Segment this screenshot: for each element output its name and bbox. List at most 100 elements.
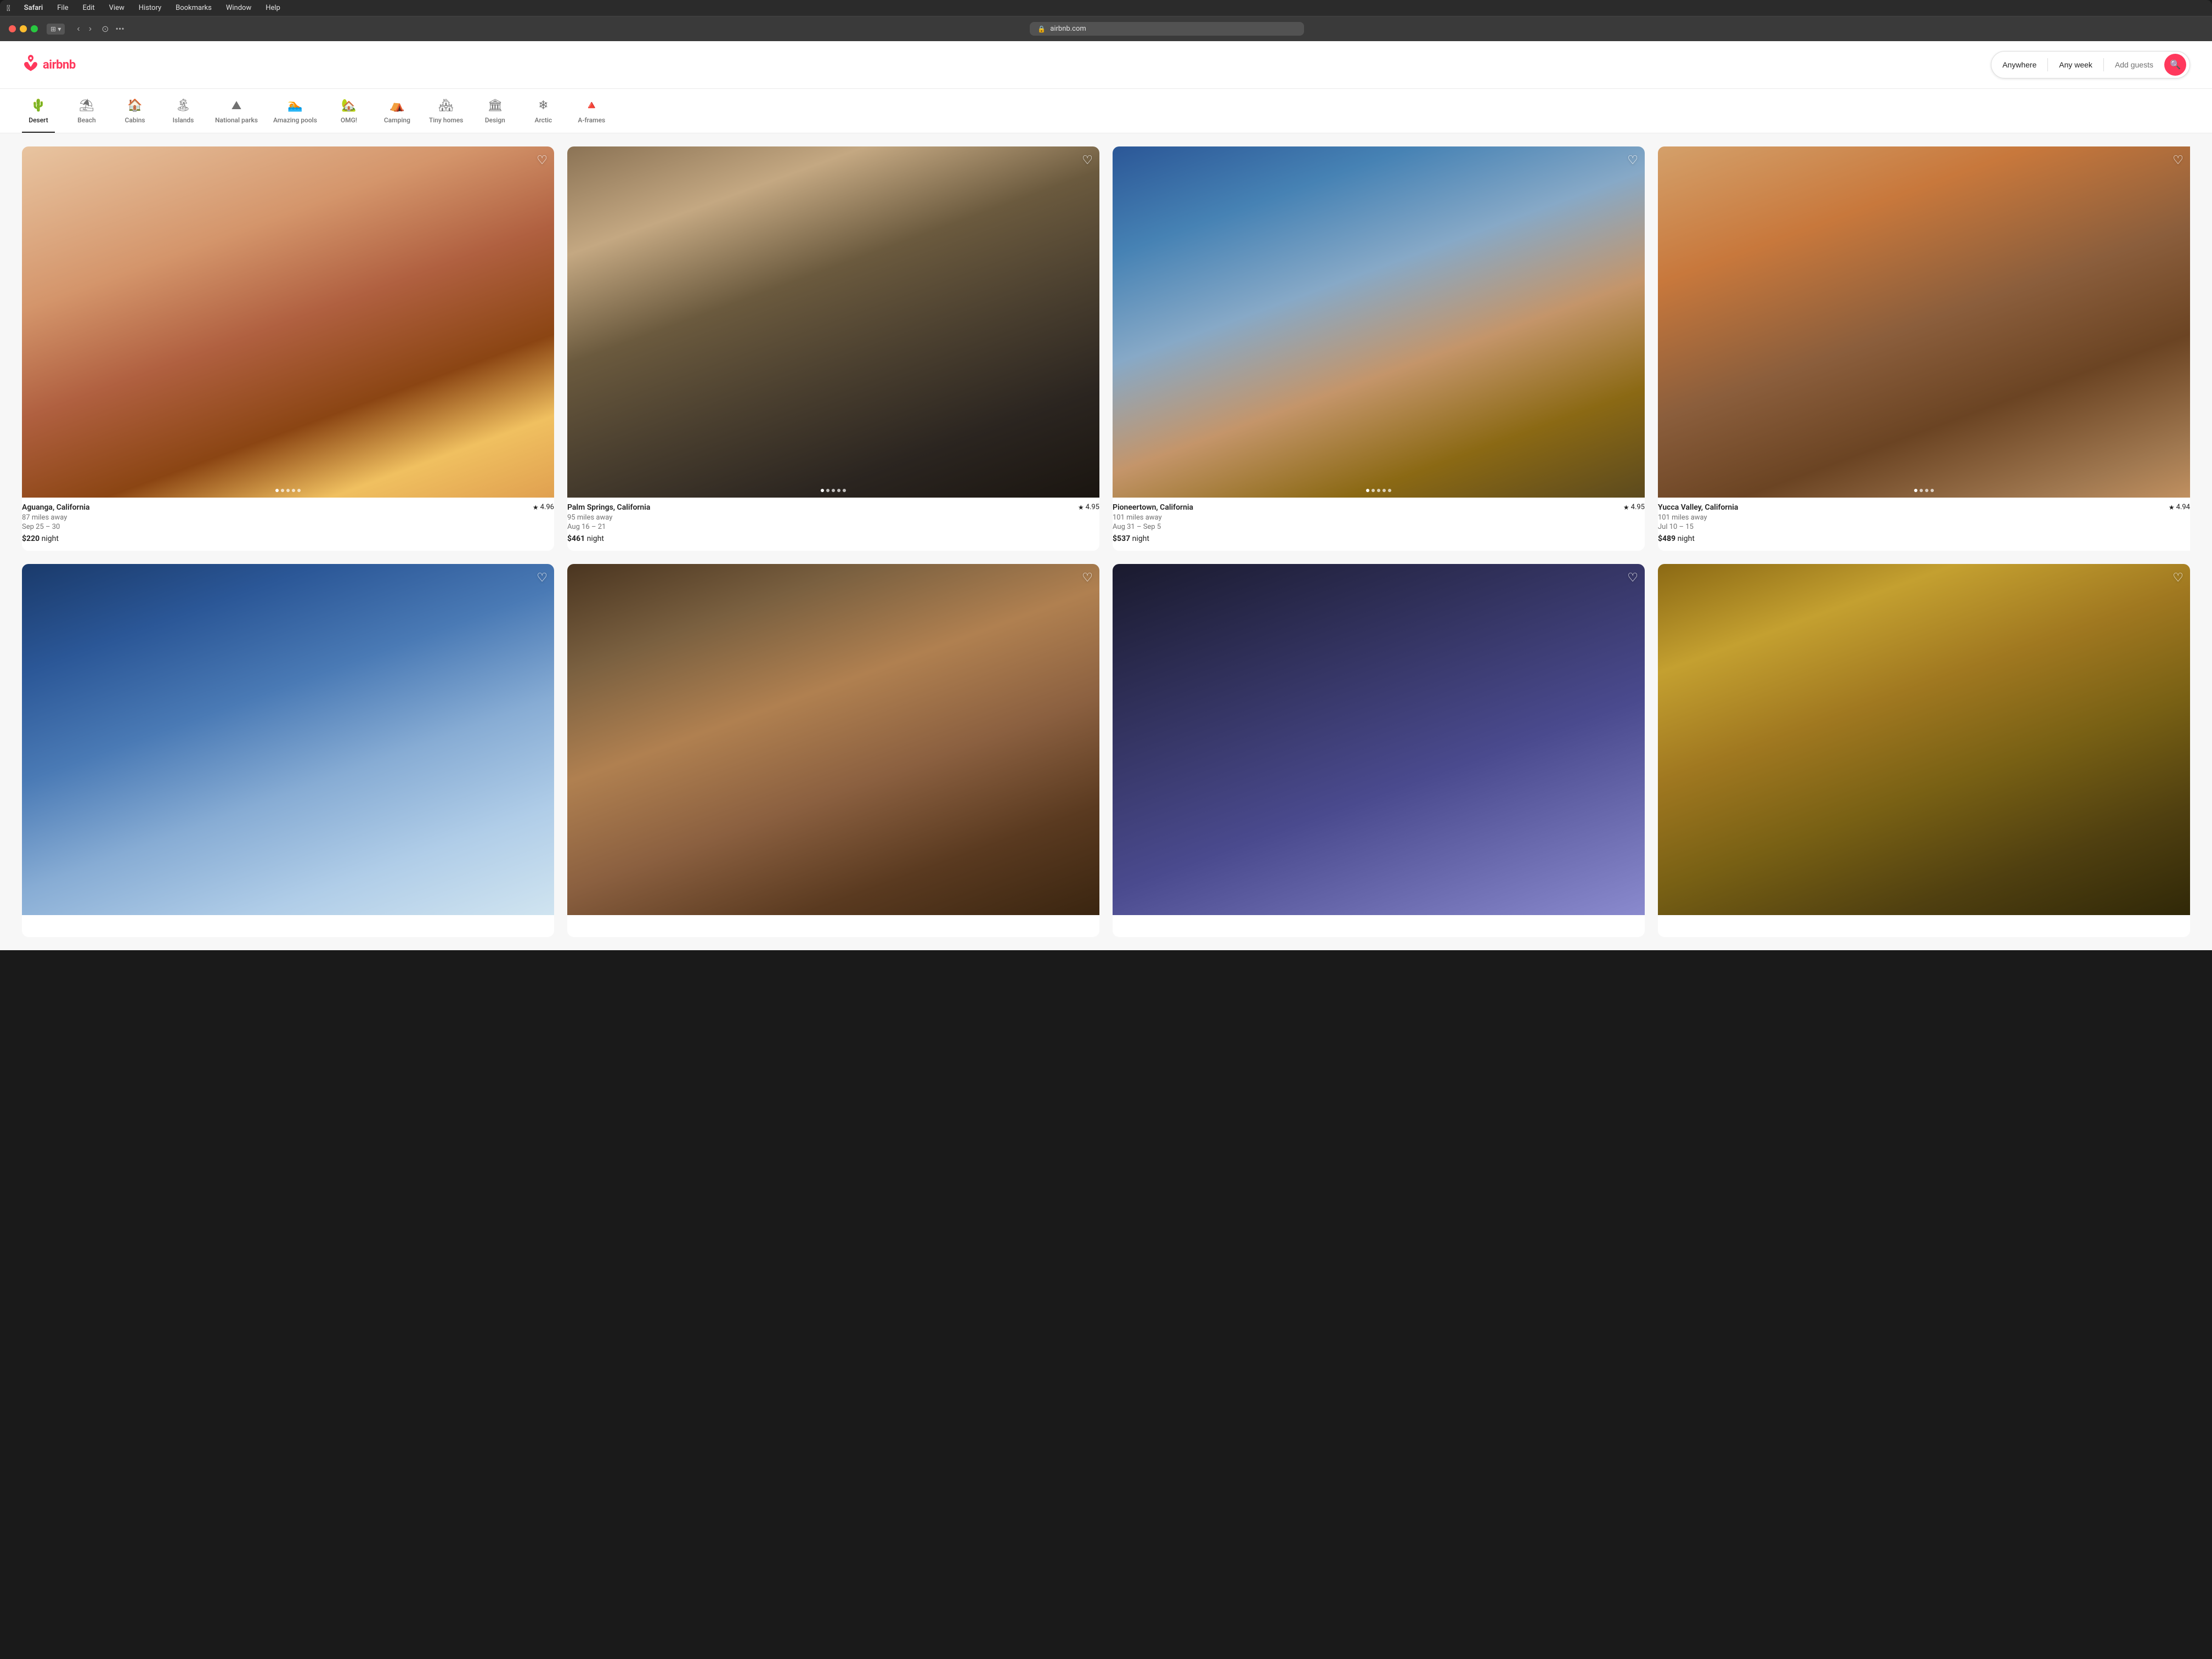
category-label-tiny-homes: Tiny homes: [429, 116, 463, 124]
listing-image-container: ♡: [567, 146, 1099, 498]
privacy-icon: ⊙: [101, 24, 109, 34]
menu-history[interactable]: History: [136, 3, 164, 13]
favorite-button[interactable]: ♡: [1082, 571, 1093, 585]
category-item-omg[interactable]: 🏡 OMG!: [332, 100, 365, 133]
dot-indicator: [837, 489, 840, 492]
listing-card-4[interactable]: ♡ Yucca Valley, California ★ 4.94 101 mi…: [1658, 146, 2190, 551]
star-icon: ★: [2169, 504, 2175, 511]
favorite-button[interactable]: ♡: [537, 153, 548, 167]
listing-title-row: Aguanga, California ★ 4.96: [22, 503, 554, 512]
listing-card-bottom-7[interactable]: ♡: [1113, 564, 1645, 937]
listing-image-container: ♡: [1658, 564, 2190, 915]
listing-image: [22, 564, 554, 915]
listing-location: Pioneertown, California: [1113, 503, 1193, 512]
listing-price: $537 night: [1113, 534, 1645, 543]
close-button[interactable]: [9, 25, 16, 32]
anywhere-button[interactable]: Anywhere: [1991, 54, 2047, 76]
category-icon-islands: 🏝: [176, 100, 191, 112]
listing-title-row: Palm Springs, California ★ 4.95: [567, 503, 1099, 512]
airbnb-logo[interactable]: airbnb: [22, 54, 76, 76]
listing-card-2[interactable]: ♡ Palm Springs, California ★ 4.95 95 mil…: [567, 146, 1099, 551]
forward-button[interactable]: ›: [86, 23, 95, 35]
menu-safari[interactable]: Safari: [21, 3, 46, 13]
listing-image: [567, 146, 1099, 498]
listing-card-bottom-6[interactable]: ♡: [567, 564, 1099, 937]
favorite-button[interactable]: ♡: [2172, 571, 2183, 585]
listing-distance: 101 miles away: [1658, 514, 2190, 522]
listing-distance: 101 miles away: [1113, 514, 1645, 522]
dot-indicator: [1914, 489, 1917, 492]
add-guests-button[interactable]: Add guests: [2104, 54, 2164, 76]
category-icon-cabins: 🏠: [127, 100, 142, 112]
category-label-beach: Beach: [77, 116, 95, 124]
listing-card-bottom-5[interactable]: ♡: [22, 564, 554, 937]
favorite-button[interactable]: ♡: [1627, 153, 1638, 167]
category-label-arctic: Arctic: [534, 116, 552, 124]
category-icon-desert: 🌵: [31, 100, 46, 112]
dot-indicator: [281, 489, 284, 492]
category-item-a-frames[interactable]: 🔺 A-frames: [575, 100, 608, 133]
back-button[interactable]: ‹: [74, 23, 83, 35]
category-item-beach[interactable]: ⛱ Beach: [70, 100, 103, 133]
category-item-desert[interactable]: 🌵 Desert: [22, 100, 55, 133]
dot-indicator: [286, 489, 290, 492]
search-bar: Anywhere Any week Add guests 🔍: [1991, 51, 2190, 78]
category-label-design: Design: [485, 116, 505, 124]
category-label-camping: Camping: [384, 116, 410, 124]
listing-image: [1113, 146, 1645, 498]
listings-section: ♡ Aguanga, California ★ 4.96 87 miles aw…: [0, 133, 2212, 950]
dot-indicator: [832, 489, 835, 492]
listing-card-bottom-8[interactable]: ♡: [1658, 564, 2190, 937]
listing-distance: 87 miles away: [22, 514, 554, 522]
category-icon-beach: ⛱: [79, 100, 94, 112]
any-week-button[interactable]: Any week: [2048, 54, 2103, 76]
nav-buttons: ‹ ›: [74, 23, 95, 35]
category-item-national-parks[interactable]: ⛰ National parks: [215, 100, 258, 133]
image-dots: [1914, 489, 1934, 492]
listing-card-1[interactable]: ♡ Aguanga, California ★ 4.96 87 miles aw…: [22, 146, 554, 551]
category-item-arctic[interactable]: ❄ Arctic: [527, 100, 560, 133]
listing-rating: ★ 4.95: [1078, 503, 1099, 511]
star-icon: ★: [533, 504, 539, 511]
minimize-button[interactable]: [20, 25, 27, 32]
listing-dates: Sep 25 – 30: [22, 523, 554, 531]
category-icon-a-frames: 🔺: [584, 100, 599, 112]
menu-edit[interactable]: Edit: [80, 3, 98, 13]
sidebar-toggle-button[interactable]: ⊞ ▾: [47, 24, 65, 35]
airbnb-logo-icon: [22, 54, 40, 76]
dot-indicator: [275, 489, 279, 492]
listing-card-3[interactable]: ♡ Pioneertown, California ★ 4.95 101 mil…: [1113, 146, 1645, 551]
url-text: airbnb.com: [1050, 25, 1086, 33]
category-item-islands[interactable]: 🏝 Islands: [167, 100, 200, 133]
favorite-button[interactable]: ♡: [1627, 571, 1638, 585]
address-bar[interactable]: 🔒 airbnb.com: [1030, 22, 1304, 36]
listing-info: Palm Springs, California ★ 4.95 95 miles…: [567, 498, 1099, 551]
menu-bookmarks[interactable]: Bookmarks: [173, 3, 215, 13]
category-item-tiny-homes[interactable]: 🏘 Tiny homes: [429, 100, 463, 133]
menu-file[interactable]: File: [54, 3, 71, 13]
menu-window[interactable]: Window: [223, 3, 254, 13]
image-dots: [275, 489, 301, 492]
listing-dates: Jul 10 – 15: [1658, 523, 2190, 531]
menu-view[interactable]: View: [106, 3, 127, 13]
favorite-button[interactable]: ♡: [1082, 153, 1093, 167]
title-bar: ⊞ ▾ ‹ › ⊙ ••• 🔒 airbnb.com: [0, 16, 2212, 41]
listing-location: Palm Springs, California: [567, 503, 650, 512]
favorite-button[interactable]: ♡: [2172, 153, 2183, 167]
listing-image-container: ♡: [22, 146, 554, 498]
listing-price: $461 night: [567, 534, 1099, 543]
dot-indicator: [1925, 489, 1928, 492]
listing-image-container: ♡: [1113, 146, 1645, 498]
menu-help[interactable]: Help: [263, 3, 283, 13]
dot-indicator: [1366, 489, 1369, 492]
favorite-button[interactable]: ♡: [537, 571, 548, 585]
category-item-amazing-pools[interactable]: 🏊 Amazing pools: [273, 100, 317, 133]
category-item-cabins[interactable]: 🏠 Cabins: [119, 100, 151, 133]
browser-window:  Safari File Edit View History Bookmark…: [0, 0, 2212, 950]
star-icon: ★: [1078, 504, 1084, 511]
fullscreen-button[interactable]: [31, 25, 38, 32]
search-submit-button[interactable]: 🔍: [2164, 54, 2186, 76]
category-icon-amazing-pools: 🏊: [287, 100, 302, 112]
category-item-design[interactable]: 🏛 Design: [478, 100, 511, 133]
category-item-camping[interactable]: ⛺ Camping: [381, 100, 414, 133]
